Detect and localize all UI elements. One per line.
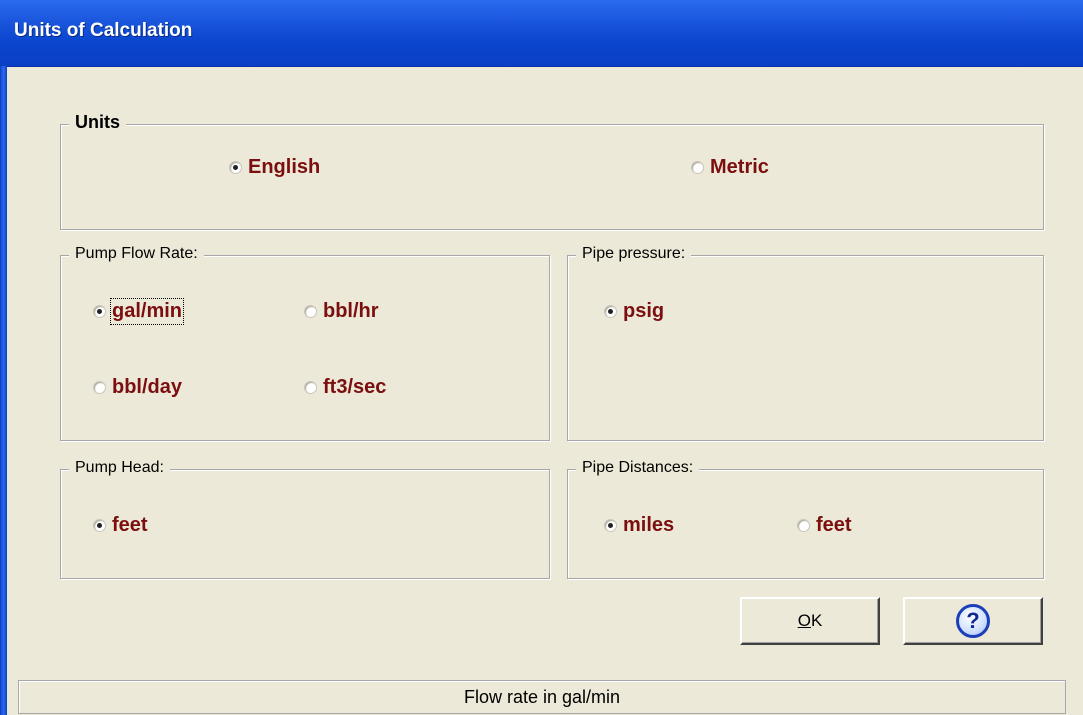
radio-metric[interactable]: Metric [691, 156, 769, 179]
units-legend: Units [69, 112, 126, 133]
radio-english-label: English [248, 156, 321, 178]
radio-distance-feet-indicator[interactable] [797, 519, 810, 532]
status-bar: Flow rate in gal/min [18, 680, 1066, 714]
radio-psig-indicator[interactable] [604, 305, 617, 318]
ok-label-rest: K [810, 611, 823, 630]
radio-bbl-hr[interactable]: bbl/hr [304, 300, 379, 323]
radio-metric-indicator[interactable] [691, 161, 704, 174]
units-group: Units English Metric [60, 112, 1044, 230]
radio-bbl-day-label: bbl/day [112, 376, 183, 398]
radio-distance-feet[interactable]: feet [797, 514, 852, 537]
title-bar[interactable]: Units of Calculation [0, 0, 1083, 67]
radio-miles-indicator[interactable] [604, 519, 617, 532]
radio-metric-label: Metric [710, 156, 769, 178]
pump-head-legend: Pump Head: [69, 459, 170, 477]
radio-bbl-day-indicator[interactable] [93, 381, 106, 394]
ok-mnemonic: O [797, 611, 811, 630]
radio-ft3-sec[interactable]: ft3/sec [304, 376, 386, 399]
radio-distance-feet-label: feet [816, 514, 852, 536]
ok-button-label: OK [798, 611, 823, 631]
radio-psig-label: psig [623, 300, 665, 322]
radio-gal-min[interactable]: gal/min [93, 298, 185, 325]
ok-button[interactable]: OK [740, 597, 880, 645]
help-button[interactable]: ? [903, 597, 1043, 645]
pump-head-group: Pump Head: feet [60, 459, 550, 579]
pump-flow-rate-legend: Pump Flow Rate: [69, 245, 204, 263]
window-left-border [0, 66, 7, 715]
pipe-distances-legend: Pipe Distances: [576, 459, 700, 477]
window-title: Units of Calculation [14, 20, 193, 41]
radio-ft3-sec-label: ft3/sec [323, 376, 387, 398]
radio-pump-head-feet[interactable]: feet [93, 514, 148, 537]
pipe-pressure-legend: Pipe pressure: [576, 245, 692, 263]
pipe-distances-group: Pipe Distances: miles feet [567, 459, 1044, 579]
radio-english-indicator[interactable] [229, 161, 242, 174]
pump-flow-rate-group: Pump Flow Rate: gal/min bbl/hr bbl/day f… [60, 245, 550, 441]
radio-english[interactable]: English [229, 156, 320, 179]
status-text: Flow rate in gal/min [463, 686, 621, 707]
radio-gal-min-label: gal/min [109, 298, 185, 325]
question-circle-icon: ? [956, 604, 990, 638]
radio-bbl-hr-indicator[interactable] [304, 305, 317, 318]
radio-pump-head-feet-label: feet [112, 514, 148, 536]
radio-pump-head-feet-indicator[interactable] [93, 519, 106, 532]
radio-psig[interactable]: psig [604, 300, 664, 323]
radio-bbl-day[interactable]: bbl/day [93, 376, 182, 399]
radio-miles[interactable]: miles [604, 514, 674, 537]
radio-miles-label: miles [623, 514, 675, 536]
radio-ft3-sec-indicator[interactable] [304, 381, 317, 394]
radio-gal-min-indicator[interactable] [93, 305, 106, 318]
pipe-pressure-group: Pipe pressure: psig [567, 245, 1044, 441]
radio-bbl-hr-label: bbl/hr [323, 300, 379, 322]
